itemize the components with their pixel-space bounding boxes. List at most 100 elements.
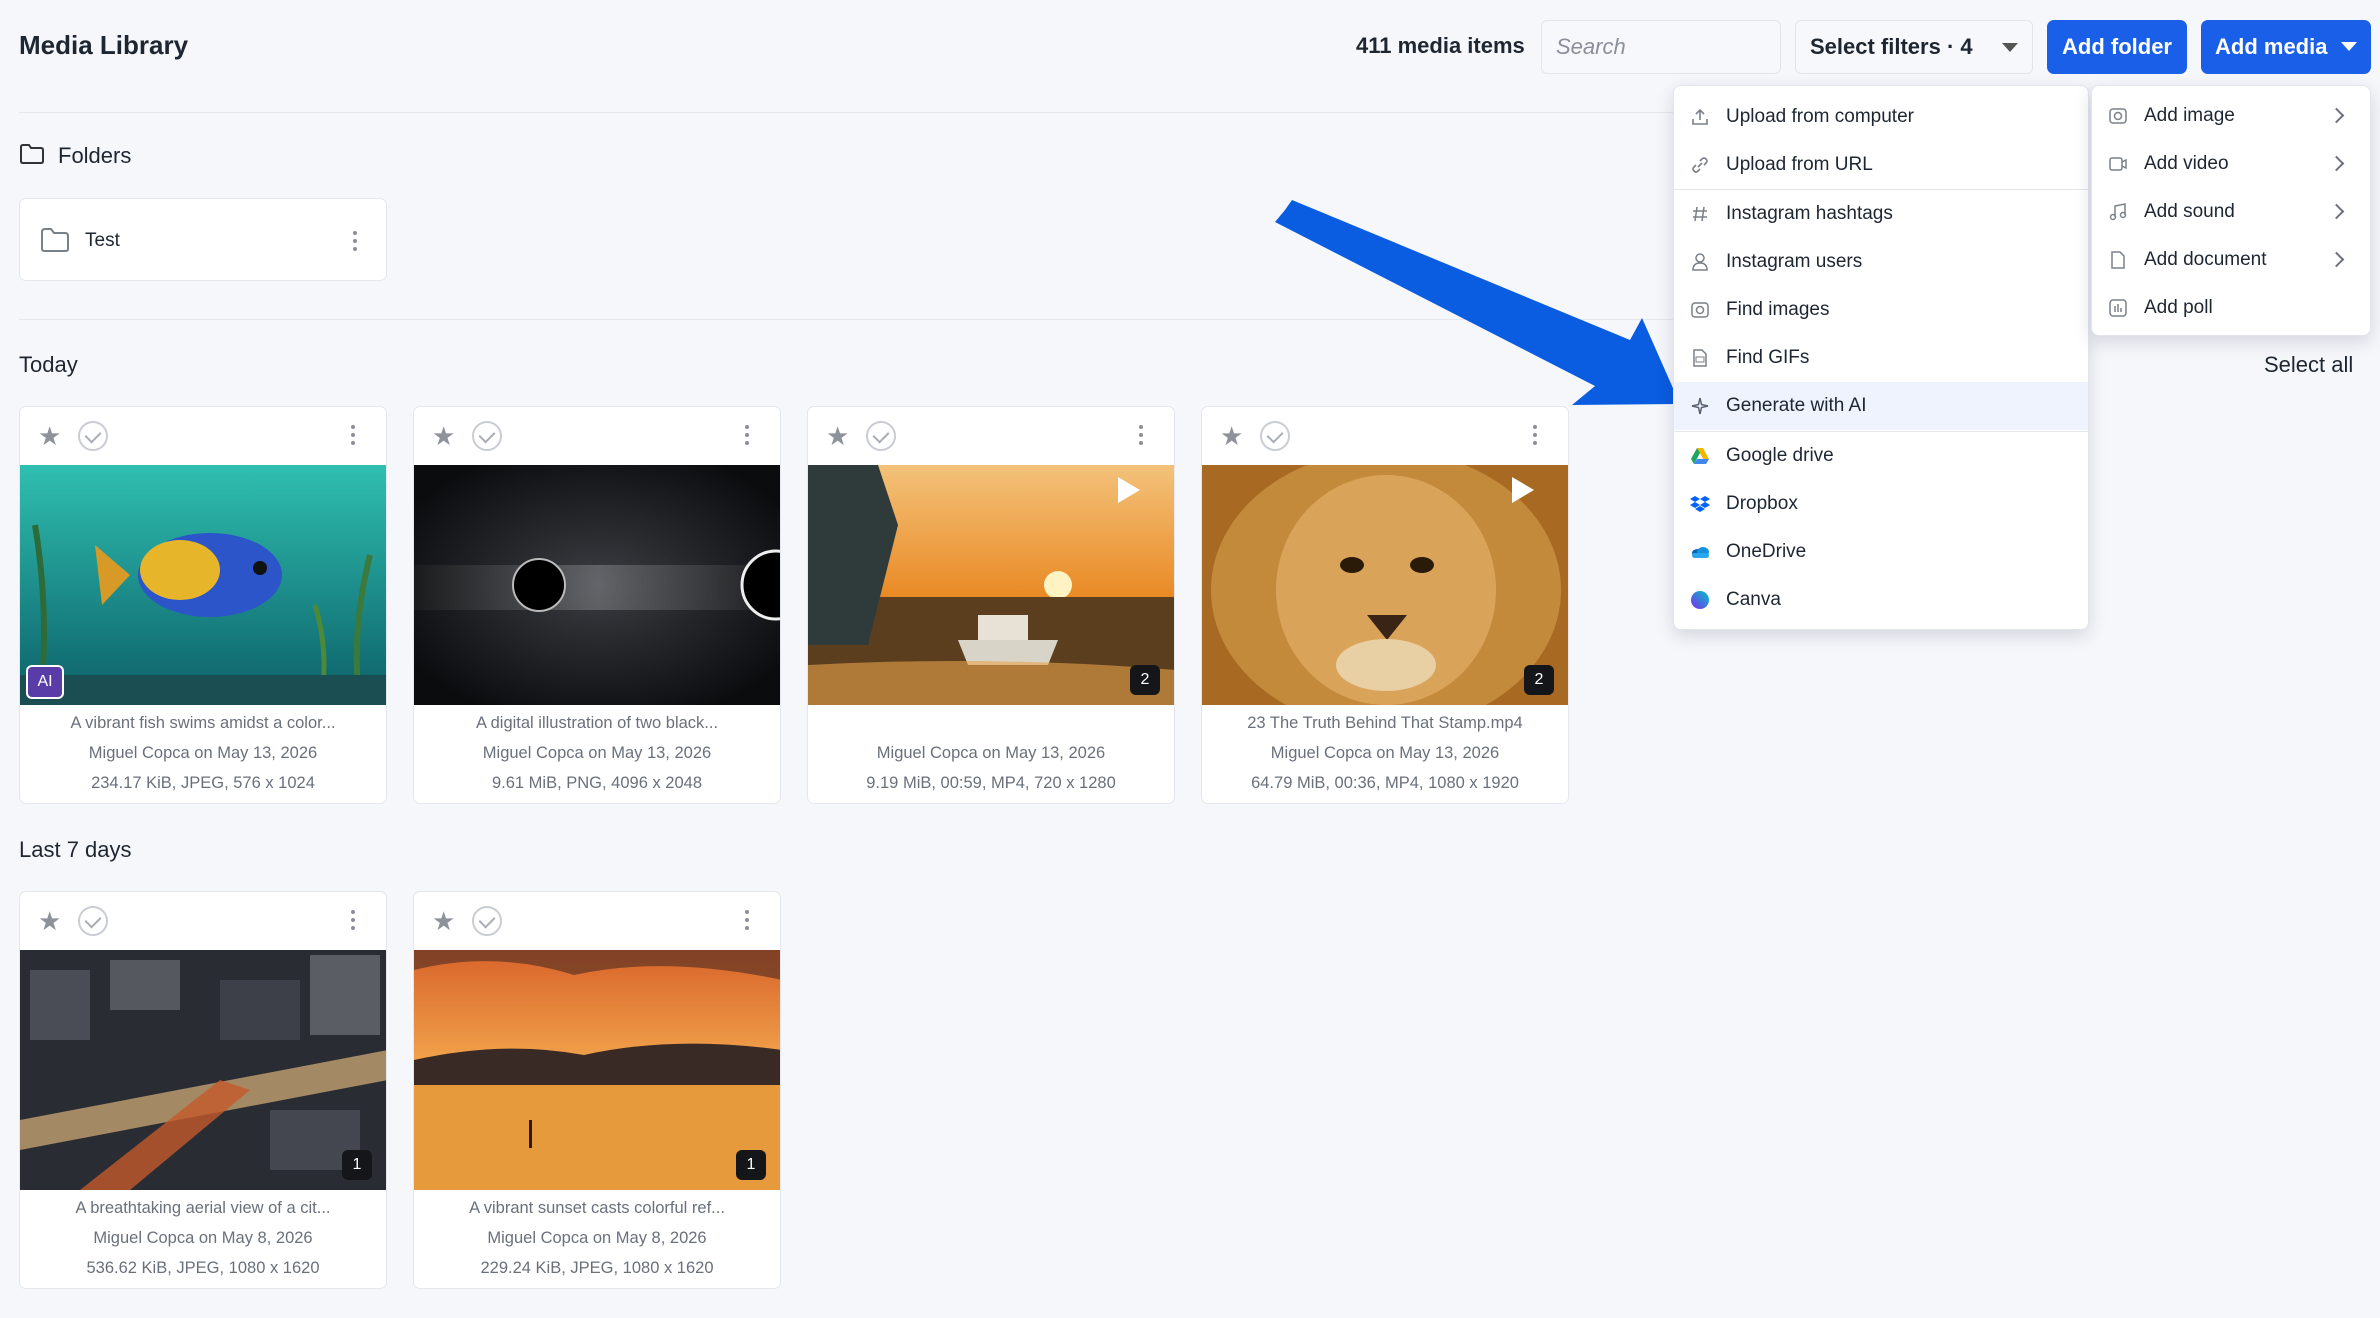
menu-item-canva[interactable]: Canva: [1674, 576, 2088, 624]
more-options-icon[interactable]: [350, 425, 356, 445]
select-all-link[interactable]: Select all: [2264, 352, 2353, 378]
add-folder-button[interactable]: Add folder: [2047, 20, 2187, 74]
select-checkbox[interactable]: [1260, 421, 1290, 451]
media-thumbnail[interactable]: [414, 465, 780, 705]
version-count-badge: 2: [1130, 665, 1160, 695]
media-thumbnail[interactable]: AI: [20, 465, 386, 705]
divider: [19, 112, 1674, 113]
select-checkbox[interactable]: [78, 421, 108, 451]
media-thumbnail[interactable]: 1: [414, 950, 780, 1190]
menu-item-add-sound[interactable]: Add sound: [2092, 188, 2370, 236]
media-thumbnail[interactable]: 2: [1202, 465, 1568, 705]
folder-icon: [20, 144, 44, 164]
menu-item-find-gifs[interactable]: Find GIFs: [1674, 334, 2088, 382]
select-checkbox[interactable]: [866, 421, 896, 451]
more-options-icon[interactable]: [1138, 425, 1144, 445]
menu-item-add-poll[interactable]: Add poll: [2092, 284, 2370, 332]
media-card[interactable]: ★ AI A vibrant fish swims amidst a color…: [19, 406, 387, 804]
camera-icon: [2109, 108, 2127, 124]
menu-item-generate-ai[interactable]: Generate with AI: [1674, 382, 2088, 430]
menu-item-upload-url[interactable]: Upload from URL: [1674, 141, 2088, 189]
chevron-right-icon: [2328, 251, 2345, 268]
play-icon: [1512, 477, 1534, 503]
section-today: Today: [19, 352, 78, 377]
search-input[interactable]: [1541, 20, 1781, 74]
chevron-right-icon: [2328, 107, 2345, 124]
star-icon[interactable]: ★: [826, 423, 849, 449]
media-info: 229.24 KiB, JPEG, 1080 x 1620: [480, 1259, 714, 1277]
select-filters-dropdown[interactable]: Select filters · 4: [1795, 20, 2033, 74]
document-icon: [2111, 251, 2125, 269]
media-info: 234.17 KiB, JPEG, 576 x 1024: [91, 774, 315, 792]
media-caption: A vibrant sunset casts colorful ref...: [469, 1199, 725, 1217]
pointer-arrow: [1275, 200, 1680, 405]
chevron-right-icon: [2328, 203, 2345, 220]
media-caption: [808, 708, 1174, 738]
menu-item-upload-computer[interactable]: Upload from computer: [1674, 93, 2088, 141]
more-options-icon[interactable]: [744, 425, 750, 445]
media-card[interactable]: ★ 1 A breathtaking aerial view of a cit.…: [19, 891, 387, 1289]
media-info: 536.62 KiB, JPEG, 1080 x 1620: [86, 1259, 320, 1277]
folder-name: Test: [85, 230, 120, 251]
caret-down-icon: [2341, 42, 2357, 51]
media-author: Miguel Copca on May 13, 2026: [482, 744, 712, 762]
menu-item-add-document[interactable]: Add document: [2092, 236, 2370, 284]
media-card[interactable]: ★ 2 Miguel Copca on May 13, 2026 9.19 Mi…: [807, 406, 1175, 804]
media-author: Miguel Copca on May 13, 2026: [88, 744, 318, 762]
star-icon[interactable]: ★: [38, 908, 61, 934]
star-icon[interactable]: ★: [38, 423, 61, 449]
caret-down-icon: [2002, 43, 2018, 52]
more-options-icon[interactable]: [1532, 425, 1538, 445]
menu-item-google-drive[interactable]: Google drive: [1674, 432, 2088, 480]
media-author: Miguel Copca on May 8, 2026: [93, 1229, 313, 1247]
poll-icon: [2109, 299, 2127, 317]
menu-item-onedrive[interactable]: OneDrive: [1674, 528, 2088, 576]
folder-icon: [41, 228, 69, 252]
media-card[interactable]: ★ 1 A vibrant sunset casts colorful ref.…: [413, 891, 781, 1289]
menu-item-find-images[interactable]: Find images: [1674, 286, 2088, 334]
filters-label: Select filters · 4: [1810, 34, 1973, 59]
star-icon[interactable]: ★: [432, 423, 455, 449]
select-checkbox[interactable]: [472, 906, 502, 936]
menu-item-add-video[interactable]: Add video: [2092, 140, 2370, 188]
version-count-badge: 2: [1524, 665, 1554, 695]
google-drive-icon: [1691, 448, 1709, 464]
folder-card-test[interactable]: Test: [19, 198, 387, 281]
music-icon: [2109, 203, 2127, 221]
onedrive-icon: [1692, 547, 1709, 558]
menu-item-add-image[interactable]: Add image: [2092, 92, 2370, 140]
more-options-icon[interactable]: [744, 910, 750, 930]
add-media-button[interactable]: Add media: [2201, 20, 2371, 74]
media-card[interactable]: ★ A digital illustration of two black...…: [413, 406, 781, 804]
media-thumbnail[interactable]: 2: [808, 465, 1174, 705]
sparkle-icon: [1691, 397, 1709, 415]
dropbox-icon: [1690, 496, 1710, 512]
media-item-count: 411 media items: [1356, 33, 1525, 58]
media-caption: A vibrant fish swims amidst a color...: [70, 714, 336, 732]
media-thumbnail[interactable]: 1: [20, 950, 386, 1190]
add-media-submenu: Add image Add video Add sound Add docume…: [2091, 85, 2371, 336]
camera-icon: [1691, 302, 1709, 318]
version-count-badge: 1: [736, 1150, 766, 1180]
media-author: Miguel Copca on May 13, 2026: [876, 744, 1106, 762]
media-card[interactable]: ★ 2 23 The Truth Behind That Stamp.mp4 M…: [1201, 406, 1569, 804]
play-icon: [1118, 477, 1140, 503]
select-checkbox[interactable]: [472, 421, 502, 451]
canva-icon: [1691, 591, 1709, 609]
media-caption: A breathtaking aerial view of a cit...: [75, 1199, 331, 1217]
star-icon[interactable]: ★: [1220, 423, 1243, 449]
media-author: Miguel Copca on May 8, 2026: [487, 1229, 707, 1247]
menu-item-instagram-users[interactable]: Instagram users: [1674, 238, 2088, 286]
add-media-menu: Upload from computer Upload from URL Ins…: [1673, 85, 2089, 630]
media-author: Miguel Copca on May 13, 2026: [1270, 744, 1500, 762]
more-options-icon[interactable]: [350, 910, 356, 930]
media-info: 64.79 MiB, 00:36, MP4, 1080 x 1920: [1251, 774, 1519, 792]
select-checkbox[interactable]: [78, 906, 108, 936]
ai-badge: AI: [26, 665, 64, 699]
upload-icon: [1692, 108, 1708, 125]
media-info: 9.61 MiB, PNG, 4096 x 2048: [491, 774, 703, 792]
menu-item-dropbox[interactable]: Dropbox: [1674, 480, 2088, 528]
more-options-icon[interactable]: [352, 231, 358, 251]
star-icon[interactable]: ★: [432, 908, 455, 934]
menu-item-instagram-hashtags[interactable]: Instagram hashtags: [1674, 190, 2088, 238]
